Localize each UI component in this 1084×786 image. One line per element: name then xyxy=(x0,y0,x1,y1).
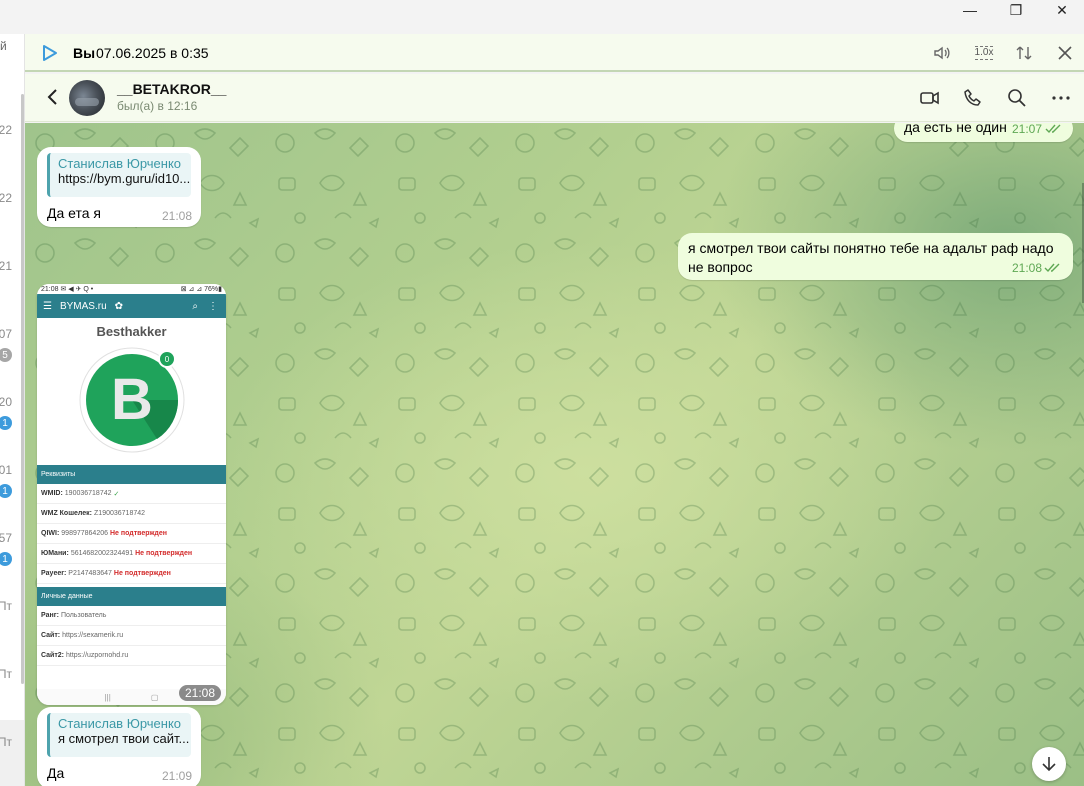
playback-speed-button[interactable]: 1.0x xyxy=(973,42,995,64)
minimize-button[interactable]: — xyxy=(947,0,993,20)
video-call-icon[interactable] xyxy=(919,87,941,109)
read-checks-icon xyxy=(1044,263,1060,273)
player-date: 07.06.2025 в 0:35 xyxy=(96,45,209,61)
image-message[interactable]: 21:08 ✉ ◀ ✈ Q • ⊠ ⊿ ⊿ 76%▮ ☰ BYMAS.ru ✿ … xyxy=(37,284,226,705)
phone-recent-icon: ||| xyxy=(104,692,111,702)
message-incoming[interactable]: Станислав Юрченко я смотрел твои сайт...… xyxy=(37,707,201,786)
close-player-icon[interactable] xyxy=(1054,42,1076,64)
more-menu-icon[interactable] xyxy=(1050,87,1072,109)
phone-row: WMZ Кошелек: Z190036718742 xyxy=(37,504,226,524)
close-window-button[interactable]: ✕ xyxy=(1039,0,1084,20)
message-text: да есть не один xyxy=(904,123,1007,135)
play-icon[interactable] xyxy=(41,44,59,62)
phone-status-bar: 21:08 ✉ ◀ ✈ Q • ⊠ ⊿ ⊿ 76%▮ xyxy=(37,284,226,294)
player-author: Вы xyxy=(73,45,96,61)
phone-section-personal: Личные данные xyxy=(37,587,226,606)
contact-name[interactable]: __BETAKROR__ xyxy=(117,81,226,97)
message-text: Да xyxy=(47,765,65,781)
unread-badge: 5 xyxy=(0,348,12,362)
contact-status: был(а) в 12:16 xyxy=(117,99,198,113)
audio-player-bar: Вы 07.06.2025 в 0:35 1.0x xyxy=(25,34,1084,72)
maximize-button[interactable]: ❐ xyxy=(993,0,1039,20)
avatar[interactable] xyxy=(69,80,105,116)
chat-list-edge-char: й xyxy=(0,39,7,53)
message-time: 21:08 xyxy=(162,209,193,223)
chat-area[interactable]: да есть не один 21:07 Станислав Юрченко … xyxy=(25,123,1084,786)
unread-badge: 1 xyxy=(0,552,12,566)
chat-list-strip: й 22 22 21 07 5 20 1 01 1 57 1 Пт Пт Пт xyxy=(0,34,25,786)
chat-list-item-time[interactable]: 21 xyxy=(0,259,12,273)
message-time: 21:08 xyxy=(1012,261,1043,275)
chat-list-item-time[interactable]: Пт xyxy=(0,667,12,681)
chat-list-item-time[interactable]: 22 xyxy=(0,123,12,137)
chat-list-item-time[interactable]: Пт xyxy=(0,599,12,613)
message-time: 21:07 xyxy=(1012,123,1043,136)
unread-badge: 1 xyxy=(0,484,12,498)
read-checks-icon xyxy=(1045,124,1061,134)
chat-list-scrollbar[interactable] xyxy=(21,94,24,684)
chat-list-item-time[interactable]: 22 xyxy=(0,191,12,205)
chat-list-item-time[interactable]: 57 xyxy=(0,531,12,545)
volume-icon[interactable] xyxy=(931,42,953,64)
chat-list-item-time[interactable]: Пт xyxy=(0,735,12,749)
phone-home-icon: ▢ xyxy=(150,692,159,702)
phone-section-requisites: Реквизиты xyxy=(37,465,226,484)
message-text: я смотрел твои сайты понятно тебе на ада… xyxy=(688,240,1054,275)
message-text: Да ета я xyxy=(47,205,101,221)
phone-row: QIWI: 998977864206 Не подтвержден xyxy=(37,524,226,544)
phone-app-bar: ☰ BYMAS.ru ✿ ⌕ ⋮ xyxy=(37,294,226,318)
chat-header: __BETAKROR__ был(а) в 12:16 xyxy=(25,74,1084,122)
phone-row: Сайт2: https://uzpornohd.ru xyxy=(37,646,226,666)
back-arrow-icon[interactable] xyxy=(45,87,61,107)
logo-letter: B xyxy=(111,367,153,432)
arrow-down-icon xyxy=(1042,757,1056,772)
message-outgoing[interactable]: да есть не один 21:07 xyxy=(894,123,1073,142)
image-time: 21:08 xyxy=(178,685,221,701)
message-outgoing[interactable]: я смотрел твои сайты понятно тебе на ада… xyxy=(678,233,1073,280)
profile-logo: B 0 xyxy=(77,345,187,455)
phone-row: ЮMани: 5614682002324491 Не подтвержден xyxy=(37,544,226,564)
phone-row: Сайт: https://sexamerik.ru xyxy=(37,626,226,646)
phone-call-icon[interactable] xyxy=(962,87,984,109)
phone-profile-title: Besthakker xyxy=(96,324,167,339)
phone-status-right: ⊠ ⊿ ⊿ 76%▮ xyxy=(180,286,222,293)
phone-row: WMID: 190036718742 ✓ xyxy=(37,484,226,504)
scroll-down-button[interactable] xyxy=(1032,747,1066,781)
message-time: 21:09 xyxy=(162,769,193,783)
chat-list-item-time[interactable]: 01 xyxy=(0,463,12,477)
phone-row: Payeer: P2147483647 Не подтвержден xyxy=(37,564,226,584)
unread-badge: 1 xyxy=(0,416,12,430)
reply-preview[interactable]: Станислав Юрченко https://bym.guru/id10.… xyxy=(47,153,191,197)
phone-more-icon: ⋮ xyxy=(208,300,218,312)
reply-author: Станислав Юрченко xyxy=(58,716,182,731)
chat-list-item-time[interactable]: 07 xyxy=(0,327,12,341)
chat-list-hover xyxy=(0,720,24,786)
chat-list-item-time[interactable]: 20 xyxy=(0,395,12,409)
phone-status-left: 21:08 ✉ ◀ ✈ Q • xyxy=(41,286,94,293)
phone-app-name: BYMAS.ru xyxy=(59,300,107,312)
phone-row: Ранг: Пользователь xyxy=(37,606,226,626)
reply-text: я смотрел твои сайт... xyxy=(58,731,190,746)
playback-speed-label: 1.0x xyxy=(974,46,994,60)
window-titlebar: — ❐ ✕ xyxy=(0,0,1084,34)
logo-badge: 0 xyxy=(164,355,169,364)
phone-search-icon: ⌕ xyxy=(192,300,198,312)
hamburger-icon: ☰ xyxy=(43,300,52,312)
search-icon[interactable] xyxy=(1006,87,1028,109)
repeat-order-icon[interactable] xyxy=(1013,42,1035,64)
reply-preview[interactable]: Станислав Юрченко я смотрел твои сайт... xyxy=(47,713,191,757)
message-incoming[interactable]: Станислав Юрченко https://bym.guru/id10.… xyxy=(37,147,201,227)
reply-author: Станислав Юрченко xyxy=(58,156,182,171)
reply-text: https://bym.guru/id10... xyxy=(58,171,191,186)
palette-icon: ✿ xyxy=(114,300,124,312)
